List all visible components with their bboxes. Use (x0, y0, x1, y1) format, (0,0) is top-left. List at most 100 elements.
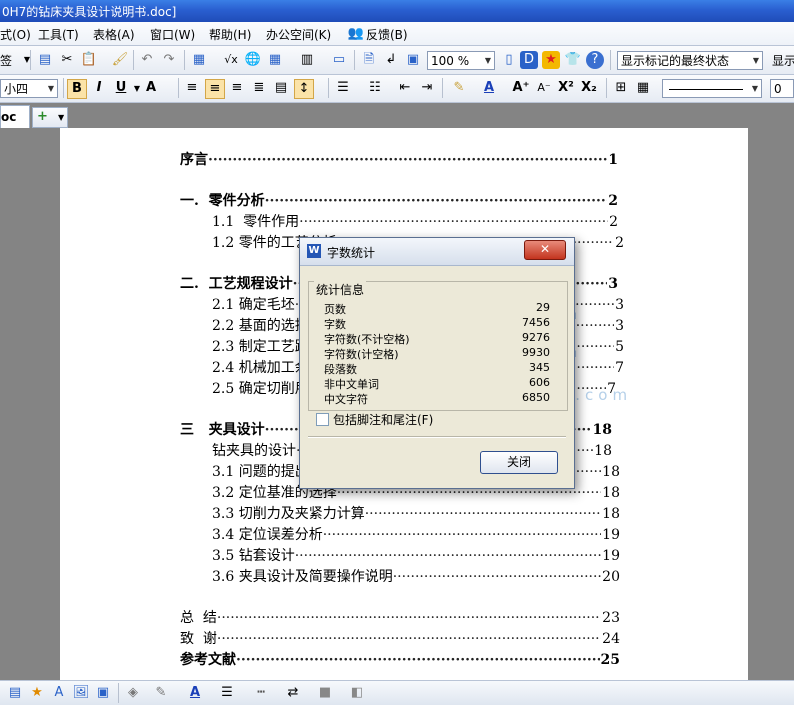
redo-icon[interactable]: ↷ (160, 51, 178, 69)
fill-color-icon[interactable]: ◈ (124, 684, 142, 702)
document-tab-label: oc (1, 110, 17, 124)
star-shape-icon[interactable]: ★ (28, 684, 46, 702)
show-hide-marks-icon[interactable]: ↲ (382, 51, 400, 69)
insert-picture-icon[interactable]: 🖼 (72, 684, 90, 702)
show-button[interactable]: 显示 (772, 52, 794, 69)
toolbar-left-label: 签 (0, 54, 13, 68)
font-size-select[interactable]: 小四 ▼ (0, 79, 58, 98)
italic-button[interactable]: I (90, 79, 108, 97)
decrease-indent-icon[interactable]: ⇤ (396, 79, 414, 97)
toc-entry[interactable]: 3.4 定位误差分析19 (212, 524, 620, 544)
toc-entry[interactable]: 总 结23 (180, 607, 620, 627)
dialog-titlebar[interactable]: W 字数统计 ✕ (300, 238, 574, 266)
justify-icon[interactable]: ≣ (250, 79, 268, 97)
read-mode-icon[interactable]: ▯ (500, 51, 518, 69)
line-style-select[interactable]: ▼ (662, 79, 762, 98)
superscript-icon[interactable]: X² (557, 79, 575, 97)
align-left-icon[interactable]: ≡ (183, 79, 201, 97)
toc-entry[interactable]: 3.6 夹具设计及简要操作说明20 (212, 566, 620, 586)
formula-icon[interactable]: √x (222, 51, 240, 69)
chevron-down-icon[interactable]: ▼ (45, 80, 57, 97)
standard-toolbar: 签 ▼ ▤ ✂ 📋 🖌 ↶ ↷ ▦ √x 🌐 ▦ ▥ ▭ 🗎 ↲ ▣ 100 %… (0, 46, 794, 75)
dropdown-arrow-icon[interactable]: ▼ (18, 51, 36, 69)
formatting-toolbar: 小四 ▼ B I U ▼ A ≡ ≡ ≡ ≣ ▤ ↕ ☰ ☷ ⇤ ⇥ ✎ A A… (0, 75, 794, 103)
include-footnotes-label[interactable]: 包括脚注和尾注(F) (333, 411, 433, 428)
paste-icon[interactable]: 📋 (80, 51, 98, 69)
toc-entry[interactable]: 1.1 零件作用2 (212, 211, 618, 231)
toc-entry[interactable]: 参考文献25 (180, 649, 620, 669)
menu-table[interactable]: 表格(A) (93, 26, 135, 43)
close-button[interactable]: 关闭 (480, 451, 558, 474)
borders-icon[interactable]: ⊞ (612, 79, 630, 97)
include-footnotes-checkbox[interactable] (316, 413, 329, 426)
font-color-icon[interactable]: A (186, 684, 204, 702)
shirt-skin-icon[interactable]: 👕 (564, 51, 582, 69)
toc-entry[interactable]: 致 谢24 (180, 628, 620, 648)
hyperlink-globe-icon[interactable]: 🌐 (244, 51, 262, 69)
menu-help[interactable]: 帮助(H) (209, 26, 251, 43)
columns-icon[interactable]: ▥ (298, 51, 316, 69)
new-tab-button[interactable]: + ▼ (32, 107, 68, 128)
wordart-icon[interactable]: A (50, 684, 68, 702)
bulleted-list-icon[interactable]: ☷ (366, 79, 384, 97)
feedback-people-icon: 👥 (347, 26, 365, 41)
increase-indent-icon[interactable]: ⇥ (418, 79, 436, 97)
statistics-group-label: 统计信息 (314, 281, 367, 298)
document-tab[interactable]: oc (0, 105, 30, 128)
align-center-icon[interactable]: ≡ (205, 79, 225, 99)
textbox-icon[interactable]: ▤ (6, 684, 24, 702)
line-width-select[interactable]: 0 (770, 79, 794, 98)
insert-table-icon[interactable]: ▦ (190, 51, 208, 69)
menu-format[interactable]: 式(O) (0, 26, 31, 43)
chevron-down-icon[interactable]: ▼ (750, 52, 762, 69)
font-color-icon[interactable]: A (480, 79, 498, 97)
print-preview-icon[interactable]: ▤ (36, 51, 54, 69)
table-grid-icon[interactable]: ▦ (266, 51, 284, 69)
close-icon[interactable]: ✕ (524, 240, 566, 260)
grow-font-icon[interactable]: A⁺ (512, 79, 530, 97)
drawing-icon[interactable]: ▭ (330, 51, 348, 69)
bold-button[interactable]: B (67, 79, 87, 99)
toc-entry[interactable]: 3.5 钻套设计19 (212, 545, 620, 565)
document-map-icon[interactable]: 🗎 (360, 51, 378, 69)
shadow-icon[interactable]: ■ (316, 684, 334, 702)
toolbar-separator (133, 50, 134, 70)
distributed-align-icon[interactable]: ▤ (272, 79, 290, 97)
line-spacing-icon[interactable]: ↕ (294, 79, 314, 99)
word-count-dialog[interactable]: W 字数统计 ✕ 统计信息 页数 29 字数 7456 字符数(不计空格) 9276 … (299, 237, 575, 489)
highlighter-icon[interactable]: ✎ (450, 79, 468, 97)
display-markup-select[interactable]: 显示标记的最终状态 ▼ (617, 51, 763, 70)
cut-icon[interactable]: ✂ (58, 51, 76, 69)
undo-icon[interactable]: ↶ (138, 51, 156, 69)
3d-style-icon[interactable]: ◧ (348, 684, 366, 702)
line-style-icon[interactable]: ☰ (218, 684, 236, 702)
dash-style-icon[interactable]: ┅ (252, 684, 270, 702)
menu-window[interactable]: 窗口(W) (150, 26, 195, 43)
toc-entry[interactable]: 序言1 (180, 149, 618, 169)
chevron-down-icon[interactable]: ▼ (482, 52, 494, 69)
image-icon[interactable]: ▣ (94, 684, 112, 702)
menu-office-space[interactable]: 办公空间(K) (266, 26, 331, 43)
toc-entry[interactable]: 3.3 切削力及夹紧力计算18 (212, 503, 620, 523)
format-painter-icon[interactable]: 🖌 (111, 51, 129, 69)
align-right-icon[interactable]: ≡ (228, 79, 246, 97)
help-icon[interactable]: ? (586, 51, 604, 69)
star-template-icon[interactable]: ★ (542, 51, 560, 69)
page-layout-icon[interactable]: ▣ (404, 51, 422, 69)
drawing-toolbar: ▤ ★ A 🖼 ▣ ◈ ✎ A ☰ ┅ ⇄ ■ ◧ (0, 680, 794, 705)
shrink-font-icon[interactable]: A⁻ (535, 79, 553, 97)
menu-tools[interactable]: 工具(T) (38, 26, 79, 43)
shading-icon[interactable]: ▦ (634, 79, 652, 97)
toc-entry[interactable]: 一. 零件分析2 (180, 190, 618, 210)
line-color-icon[interactable]: ✎ (152, 684, 170, 702)
subscript-icon[interactable]: X₂ (580, 79, 598, 97)
wps-logo-icon[interactable]: D (520, 51, 538, 69)
window-title: 0H7的钻床夹具设计说明书.doc] (2, 5, 177, 19)
window-titlebar[interactable]: 0H7的钻床夹具设计说明书.doc] (0, 0, 794, 22)
chevron-down-icon[interactable]: ▼ (749, 80, 761, 97)
numbered-list-icon[interactable]: ☰ (334, 79, 352, 97)
menu-feedback[interactable]: 反馈(B) (366, 26, 408, 43)
char-format-button[interactable]: A (142, 79, 160, 97)
zoom-select[interactable]: 100 % ▼ (427, 51, 495, 70)
arrow-style-icon[interactable]: ⇄ (284, 684, 302, 702)
